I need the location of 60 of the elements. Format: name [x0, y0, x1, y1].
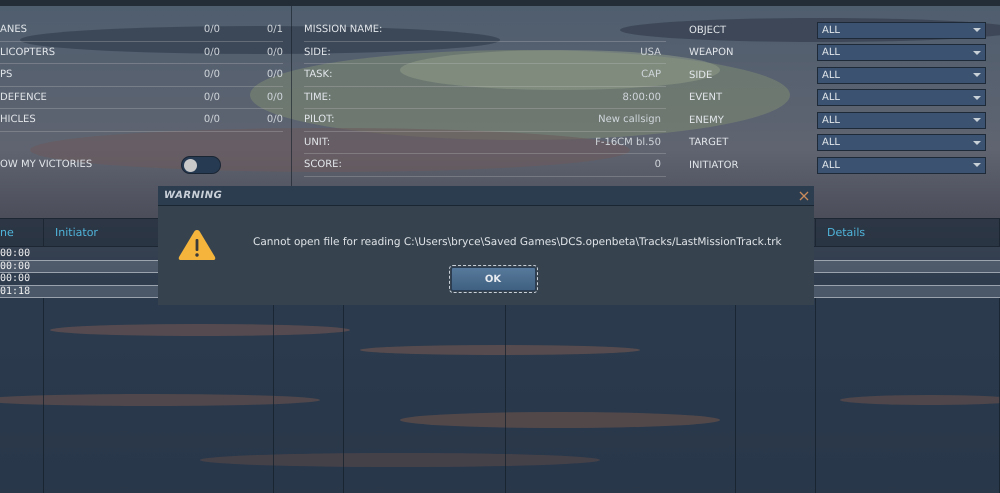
table-cell: 00:00 [0, 248, 30, 259]
caret-icon [973, 73, 981, 78]
dialog-title: WARNING [164, 190, 222, 201]
field-value: CAP [641, 69, 661, 80]
field-value: USA [640, 46, 661, 58]
field-label: MISSION NAME: [304, 24, 382, 36]
stat-value: 0/0 [266, 69, 283, 80]
field-label: UNIT: [304, 136, 330, 148]
stat-value: 0/0 [266, 114, 283, 126]
filter-dropdown[interactable]: ALL [817, 44, 986, 62]
stat-value: 0/0 [202, 24, 220, 36]
caret-icon [973, 140, 981, 145]
table-cell: 01:18 [0, 286, 30, 298]
stat-label: PS [0, 69, 14, 80]
table-cell: 00:00 [0, 260, 30, 272]
stat-label: LICOPTERS [0, 46, 56, 58]
column-header[interactable]: Initiator [55, 226, 98, 239]
filter-label: TARGET [689, 137, 728, 148]
dialog-message: Cannot open file for reading C:\Users\bryce\Saved Games\DCS.openbeta\Tracks/LastMissionTrack.trk [253, 236, 782, 248]
stat-value: 0/0 [266, 92, 283, 103]
caret-icon [973, 118, 981, 122]
filter-dropdown[interactable]: ALL [817, 66, 986, 84]
filter-label: SIDE [689, 70, 712, 81]
stat-value: 0/0 [202, 69, 220, 80]
caret-icon [973, 96, 981, 100]
close-button[interactable] [798, 190, 810, 202]
filter-dropdown[interactable]: ALL [817, 156, 986, 174]
field-value: 0 [654, 159, 661, 170]
stat-value: 0/0 [266, 46, 283, 58]
stat-value: 0/0 [202, 114, 220, 126]
ok-button[interactable]: OK [450, 267, 536, 291]
caret-icon [973, 50, 981, 55]
filter-dropdown[interactable]: ALL [817, 112, 986, 129]
toggle-label: OW MY VICTORIES [0, 159, 92, 170]
field-label: SIDE: [304, 46, 331, 58]
caret-icon [973, 163, 981, 168]
stat-label: DEFENCE [0, 92, 48, 103]
filter-dropdown[interactable]: ALL [817, 22, 986, 39]
filter-dropdown[interactable]: ALL [817, 89, 986, 106]
stat-value: 0/1 [266, 24, 283, 36]
filter-dropdown[interactable]: ALL [817, 134, 986, 152]
filter-label: OBJECT [689, 24, 726, 36]
filter-label: WEAPON [689, 47, 734, 58]
filter-label: ENEMY [689, 114, 724, 126]
field-label: SCORE: [304, 159, 342, 170]
filter-label: EVENT [689, 92, 722, 104]
filter-label: INITIATOR [689, 160, 738, 171]
stat-value: 0/0 [202, 46, 220, 58]
stat-label: HICLES [0, 114, 37, 126]
column-header[interactable]: ne [0, 226, 14, 239]
field-value: 8:00:00 [622, 92, 661, 103]
column-header[interactable]: Details [827, 226, 866, 239]
caret-icon [973, 28, 981, 32]
field-label: PILOT: [304, 114, 334, 126]
field-label: TIME: [304, 92, 332, 103]
stat-label: ANES [0, 24, 28, 36]
stat-value: 0/0 [202, 92, 220, 103]
warning-icon [177, 228, 217, 262]
field-label: TASK: [304, 69, 332, 80]
field-value: F-16CM bl.50 [595, 136, 661, 148]
